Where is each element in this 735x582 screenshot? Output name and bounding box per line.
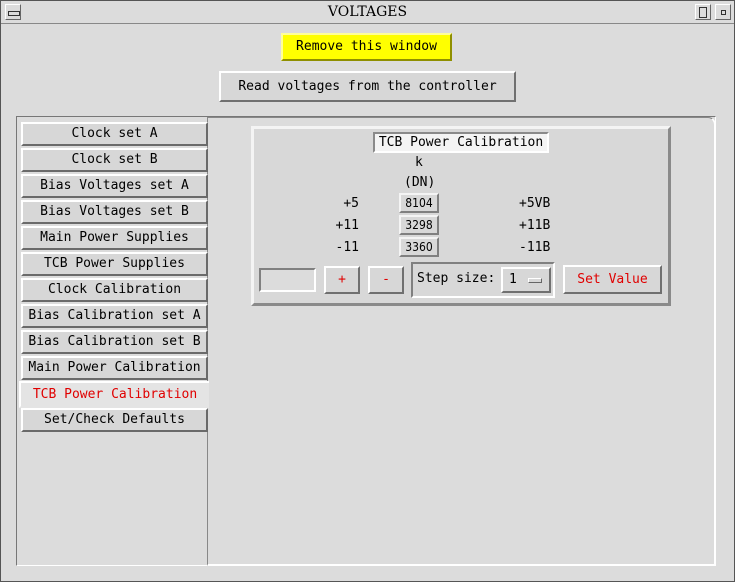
step-size-select[interactable]: 1 xyxy=(501,267,551,293)
row-right-label: +5VB xyxy=(519,196,551,211)
tab-clock-set-a[interactable]: Clock set A xyxy=(21,122,208,146)
read-voltages-button[interactable]: Read voltages from the controller xyxy=(219,71,516,102)
column-header-k: k xyxy=(415,155,423,170)
row-left-label: +11 xyxy=(335,218,359,233)
remove-window-button[interactable]: Remove this window xyxy=(281,33,452,61)
minimize-icon[interactable] xyxy=(715,4,731,20)
tab-tcb-power-supplies[interactable]: TCB Power Supplies xyxy=(21,252,208,276)
title-bar[interactable]: VOLTAGES xyxy=(1,1,734,24)
set-value-button[interactable]: Set Value xyxy=(563,265,662,294)
decrement-button[interactable]: - xyxy=(368,266,404,294)
value-entry-field[interactable] xyxy=(259,268,316,292)
tab-bias-voltages-set-b[interactable]: Bias Voltages set B xyxy=(21,200,208,224)
tab-set-check-defaults[interactable]: Set/Check Defaults xyxy=(21,408,208,432)
calibration-value[interactable]: 3360 xyxy=(399,237,439,257)
tab-bias-calibration-set-b[interactable]: Bias Calibration set B xyxy=(21,330,208,354)
tab-bias-voltages-set-a[interactable]: Bias Voltages set A xyxy=(21,174,208,198)
calibration-value[interactable]: 8104 xyxy=(399,193,439,213)
tab-main-power-calibration[interactable]: Main Power Calibration xyxy=(21,356,208,380)
row-left-label: +5 xyxy=(343,196,359,211)
step-size-label: Step size: xyxy=(417,271,496,286)
column-unit-dn: (DN) xyxy=(404,175,436,190)
option-menu-indicator-icon xyxy=(528,278,542,283)
row-right-label: -11B xyxy=(519,240,551,255)
tab-main-power-supplies[interactable]: Main Power Supplies xyxy=(21,226,208,250)
tab-clock-calibration[interactable]: Clock Calibration xyxy=(21,278,208,302)
tab-clock-set-b[interactable]: Clock set B xyxy=(21,148,208,172)
row-right-label: +11B xyxy=(519,218,551,233)
step-size-value: 1 xyxy=(509,272,517,287)
row-left-label: -11 xyxy=(335,240,359,255)
calibration-title: TCB Power Calibration xyxy=(373,132,549,153)
tab-bias-calibration-set-a[interactable]: Bias Calibration set A xyxy=(21,304,208,328)
calibration-value[interactable]: 3298 xyxy=(399,215,439,235)
window-title: VOLTAGES xyxy=(327,4,408,20)
increment-button[interactable]: + xyxy=(324,266,360,294)
tab-tcb-power-calibration[interactable]: TCB Power Calibration xyxy=(19,381,209,408)
maximize-icon[interactable] xyxy=(695,4,711,20)
